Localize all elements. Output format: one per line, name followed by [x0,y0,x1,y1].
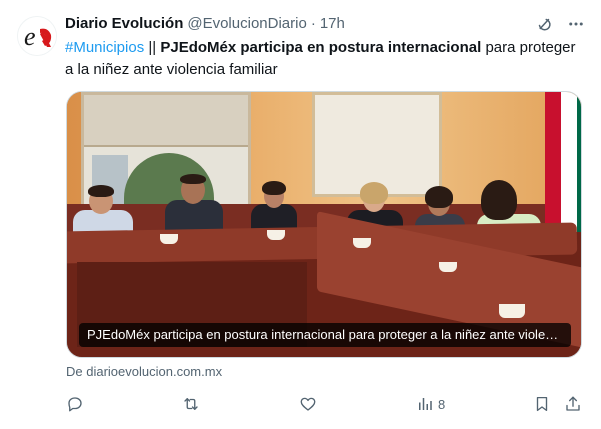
repost-icon [182,395,200,413]
share-button[interactable] [564,393,582,415]
views-icon [416,395,434,413]
author-name[interactable]: Diario Evolución [65,14,183,34]
like-icon [299,395,317,413]
post-card[interactable]: e Diario Evolución @EvolucionDiario · 17… [0,0,601,429]
hashtag-link[interactable]: #Municipios [65,39,144,56]
avatar[interactable]: e [17,16,57,56]
post-time[interactable]: 17h [320,14,345,34]
repost-button[interactable] [182,393,200,415]
bookmark-button[interactable] [533,393,551,415]
media-card[interactable]: PJEdoMéx participa en postura internacio… [66,91,582,358]
reply-button[interactable] [66,393,84,415]
header-actions [535,14,585,34]
logo-icon: e [18,17,56,55]
share-icon [564,395,582,413]
post-text: #Municipios || PJEdoMéx participa en pos… [65,37,585,81]
action-bar: 8 [66,393,584,415]
separator-dot: · [310,15,316,32]
grok-icon[interactable] [535,15,553,33]
bookmark-icon [533,395,551,413]
post-header: Diario Evolución @EvolucionDiario · 17h [65,14,585,34]
like-button[interactable] [299,393,317,415]
views-button[interactable]: 8 [416,393,445,415]
media-caption: PJEdoMéx participa en postura internacio… [79,323,571,347]
reply-icon [66,395,84,413]
svg-text:e: e [24,22,36,51]
link-source[interactable]: De diarioevolucion.com.mx [66,363,222,381]
text-bold: PJEdoMéx participa en postura internacio… [160,39,482,56]
more-icon[interactable] [567,15,585,33]
text-divider: || [144,39,161,56]
author-handle[interactable]: @EvolucionDiario [187,14,306,34]
views-count: 8 [438,396,446,412]
meeting-photo [67,92,581,357]
